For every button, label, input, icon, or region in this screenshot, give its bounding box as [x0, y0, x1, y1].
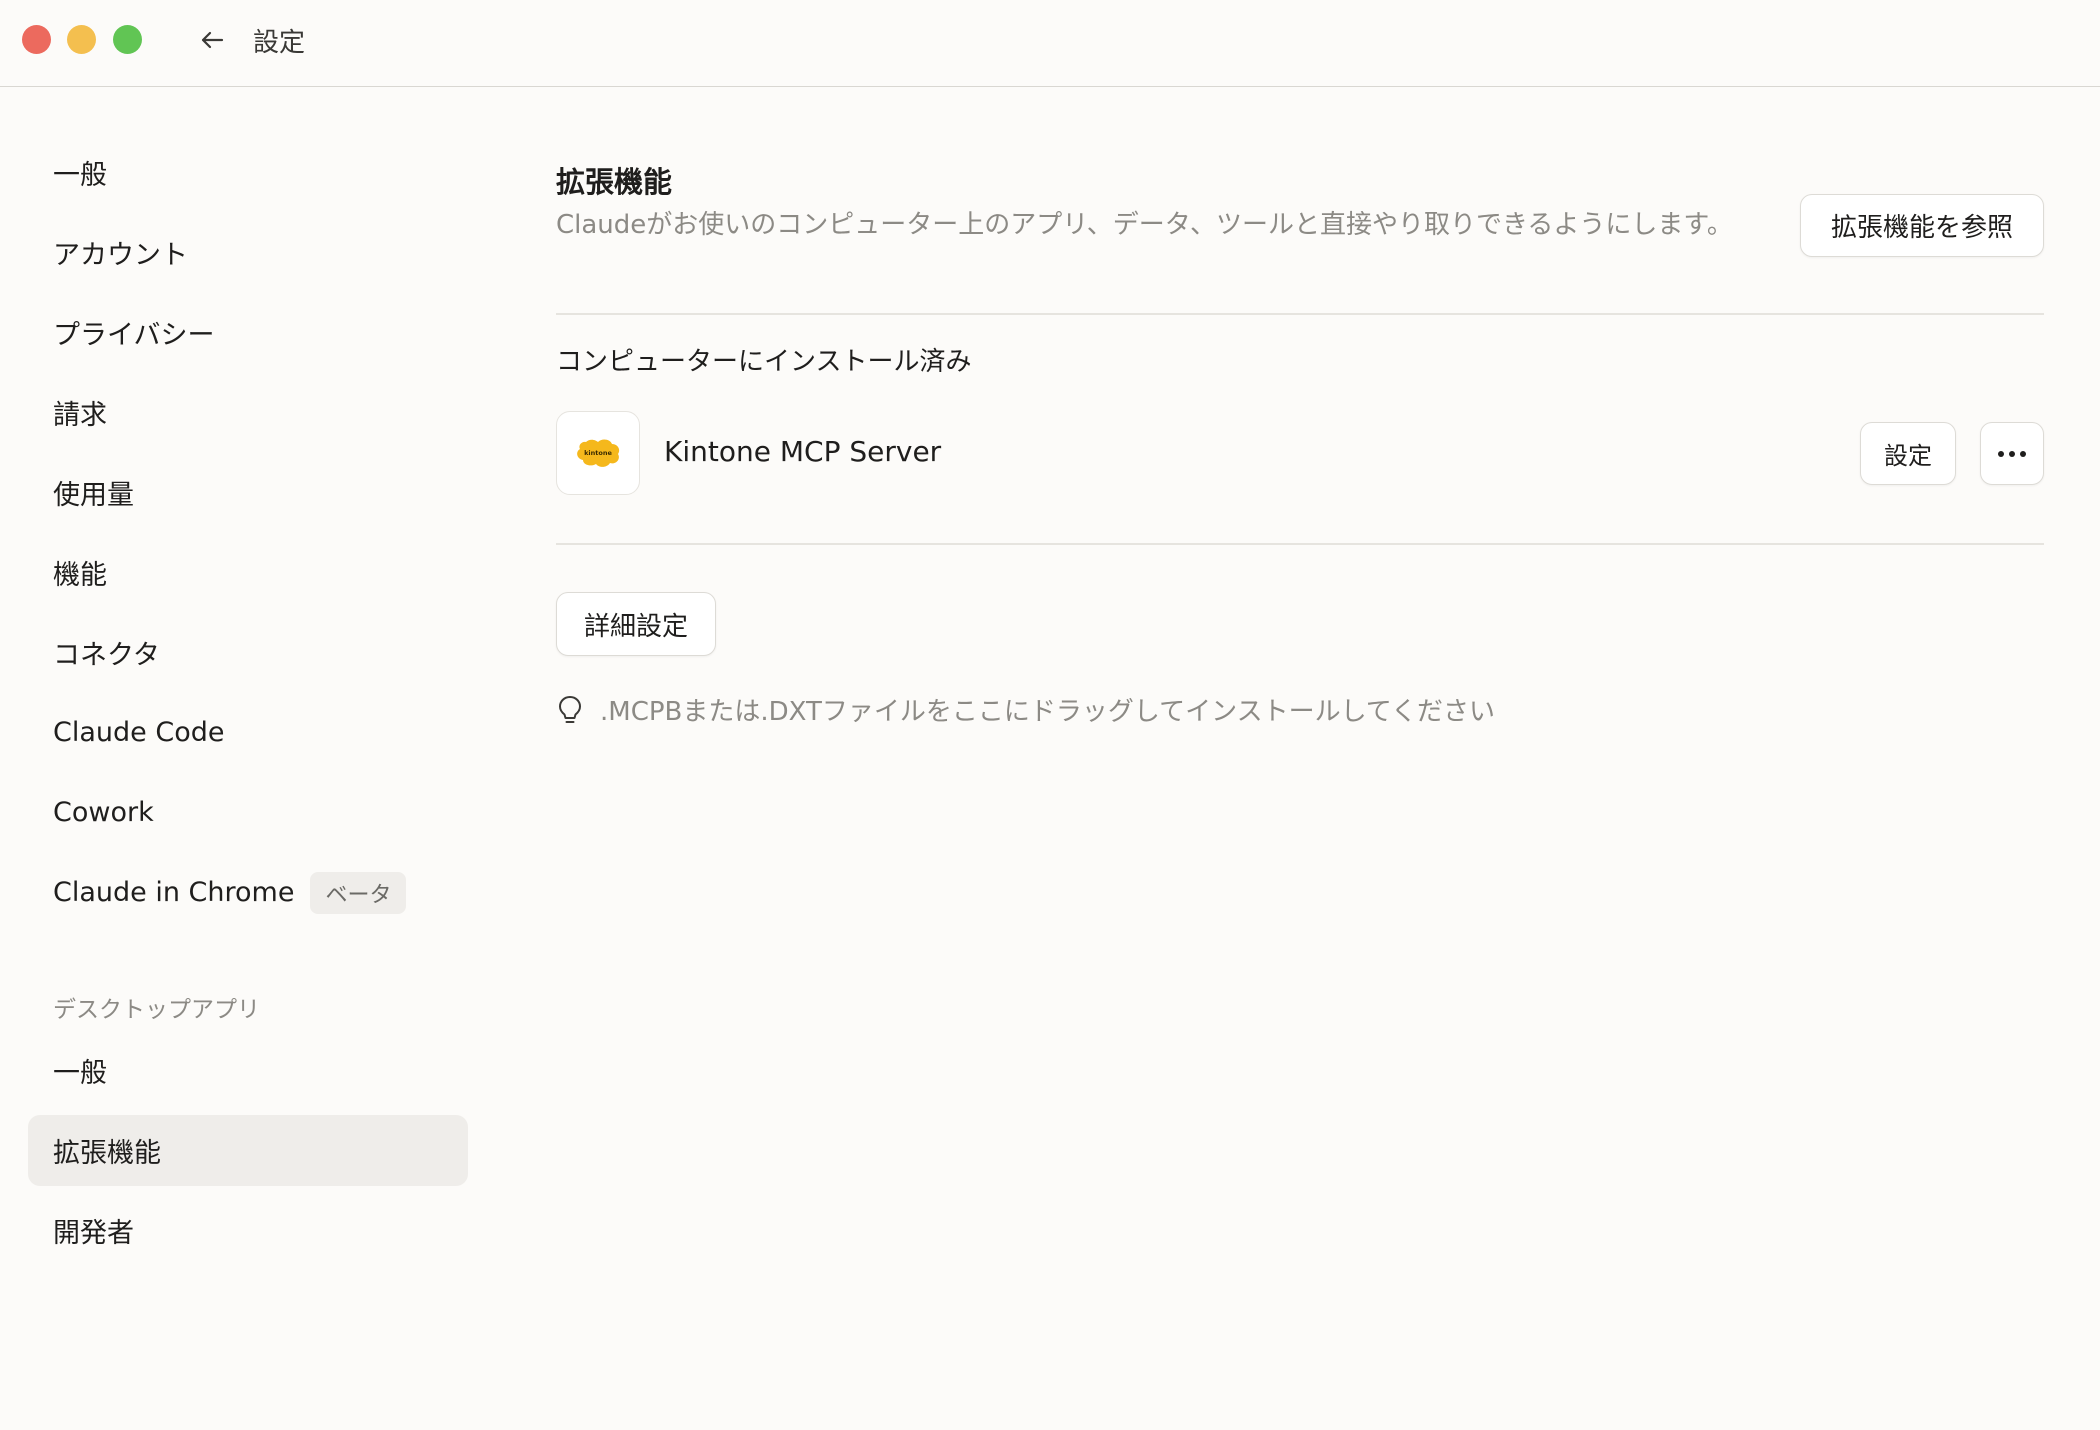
divider: [556, 313, 2044, 315]
divider: [556, 543, 2044, 545]
kintone-logo-text: kintone: [584, 449, 612, 457]
sidebar-item-claude-code[interactable]: Claude Code: [28, 697, 468, 768]
minimize-window-button[interactable]: [67, 25, 96, 54]
sidebar-item-connectors[interactable]: コネクタ: [28, 617, 468, 688]
desktop-app-section-label: デスクトップアプリ: [53, 997, 260, 1023]
extension-name: Kintone MCP Server: [664, 435, 942, 468]
drop-hint-text: .MCPBまたは.DXTファイルをここにドラッグしてインストールしてください: [600, 697, 1496, 727]
sidebar-item-claude-in-chrome[interactable]: Claude in Chrome ベータ: [28, 857, 468, 928]
sidebar: 一般 アカウント プライバシー 請求 使用量 機能 コネクタ Claude Co…: [0, 87, 480, 1430]
sidebar-item-label: Claude in Chrome: [53, 877, 295, 908]
sidebar-item-account[interactable]: アカウント: [28, 217, 468, 288]
sidebar-item-billing[interactable]: 請求: [28, 377, 468, 448]
sidebar-item-privacy[interactable]: プライバシー: [28, 297, 468, 368]
extension-settings-button[interactable]: 設定: [1860, 422, 1956, 485]
back-arrow-icon[interactable]: [196, 24, 228, 56]
sidebar-item-label: 使用量: [53, 480, 134, 511]
drop-hint: .MCPBまたは.DXTファイルをここにドラッグしてインストールしてください: [556, 691, 1495, 728]
sidebar-item-label: 一般: [53, 160, 107, 191]
lightbulb-icon: [559, 695, 581, 723]
sidebar-item-label: 請求: [53, 400, 107, 431]
sidebar-item-label: コネクタ: [53, 640, 160, 671]
sidebar-item-label: 拡張機能: [53, 1138, 161, 1169]
more-options-button[interactable]: [1980, 422, 2044, 485]
maximize-window-button[interactable]: [113, 25, 142, 54]
ellipsis-icon: [1998, 450, 2026, 457]
sidebar-item-label: アカウント: [53, 240, 188, 271]
sidebar-item-label: Cowork: [53, 797, 154, 828]
page-title: 拡張機能: [556, 165, 673, 199]
kintone-logo-icon: kintone: [556, 411, 640, 495]
window-title: 設定: [253, 28, 306, 58]
sidebar-item-label: 機能: [53, 560, 107, 591]
advanced-settings-button[interactable]: 詳細設定: [556, 592, 716, 656]
sidebar-item-general[interactable]: 一般: [28, 137, 468, 208]
close-window-button[interactable]: [22, 25, 51, 54]
sidebar-item-label: 一般: [53, 1058, 107, 1089]
sidebar-item-label: Claude Code: [53, 717, 225, 748]
beta-badge: ベータ: [310, 871, 407, 914]
page-description: Claudeがお使いのコンピューター上のアプリ、データ、ツールと直接やり取りでき…: [556, 210, 1733, 240]
title-bar: 設定: [0, 0, 2100, 87]
sidebar-item-label: プライバシー: [53, 320, 215, 351]
sidebar-item-usage[interactable]: 使用量: [28, 457, 468, 528]
sidebar-item-features[interactable]: 機能: [28, 537, 468, 608]
installed-heading: コンピューターにインストール済み: [556, 347, 972, 377]
browse-extensions-button[interactable]: 拡張機能を参照: [1800, 194, 2044, 257]
sidebar-item-cowork[interactable]: Cowork: [28, 777, 468, 848]
sidebar-item-extensions[interactable]: 拡張機能: [28, 1115, 468, 1186]
sidebar-item-developer[interactable]: 開発者: [28, 1195, 468, 1266]
sidebar-item-label: 開発者: [53, 1218, 134, 1249]
sidebar-item-desktop-general[interactable]: 一般: [28, 1035, 468, 1106]
